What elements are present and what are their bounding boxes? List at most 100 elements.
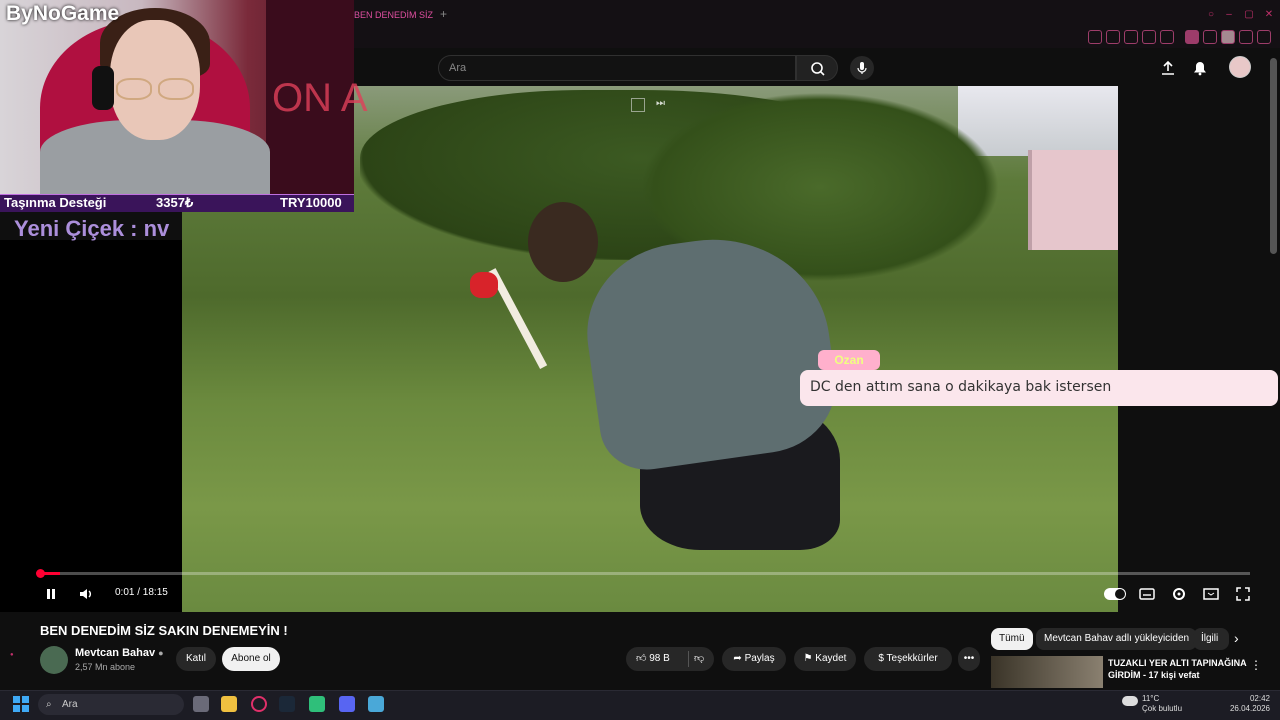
pause-icon[interactable] (41, 584, 61, 604)
close-icon[interactable]: ✕ (1262, 8, 1276, 22)
avatar[interactable] (1229, 56, 1251, 78)
download-icon[interactable] (1239, 30, 1253, 44)
puzzle-icon[interactable] (1203, 30, 1217, 44)
search-button[interactable] (796, 55, 838, 81)
weather-desc: Çok bulutlu (1142, 704, 1183, 713)
headphones-icon (92, 66, 114, 110)
chevron-right-icon[interactable]: › (1234, 630, 1239, 646)
windows-start-icon[interactable] (13, 696, 29, 712)
mic-button[interactable] (850, 56, 874, 80)
weather-widget[interactable]: 11°C Çok bulutlu (1120, 694, 1188, 714)
discord-icon[interactable] (339, 696, 355, 712)
recommendation-thumbnail[interactable] (991, 656, 1103, 688)
browser-tab[interactable]: BEN DENEDİM SİZ SAKIN (354, 4, 434, 26)
taskbar-clock[interactable]: 02:42 26.04.2026 (1226, 694, 1270, 714)
search-input[interactable]: Ara (438, 55, 796, 81)
progress-scrubber[interactable] (36, 569, 45, 578)
video-title: BEN DENEDİM SİZ SAKIN DENEMEYİN ! (40, 623, 288, 638)
glasses-right (158, 78, 194, 100)
windows-taskbar (0, 690, 1280, 720)
kebab-menu-icon[interactable]: ⋮ (1250, 658, 1262, 672)
channel-avatar[interactable] (40, 646, 68, 674)
shield-icon[interactable] (1124, 30, 1138, 44)
channel-name-text[interactable]: Mevtcan Bahav (75, 647, 155, 659)
taskbar-search[interactable]: ⌕ Ara (38, 694, 184, 715)
volume-icon[interactable] (76, 584, 96, 604)
like-divider (688, 651, 689, 667)
opera-icon[interactable] (251, 696, 267, 712)
left-black-strip (0, 240, 182, 612)
search-icon (811, 62, 825, 76)
verified-icon: ● (158, 648, 164, 658)
minimize-icon[interactable]: – (1222, 8, 1236, 22)
send-icon[interactable] (1142, 30, 1156, 44)
file-explorer-icon[interactable] (221, 696, 237, 712)
upload-icon[interactable] (1158, 58, 1178, 78)
thumbs-up-icon: 👍︎ (636, 653, 647, 664)
side-indicator: ● (10, 652, 14, 658)
chip-related[interactable]: İlgili (1193, 628, 1229, 650)
like-count: 98 B (649, 653, 670, 664)
background-text: ON A (272, 76, 368, 120)
video-person-head (528, 202, 598, 282)
channel-logo: ByNoGame (6, 2, 120, 25)
search-tabs-icon[interactable]: ○ (1204, 8, 1218, 22)
share-icon: ➦ (733, 653, 742, 664)
app-icon-2[interactable] (368, 696, 384, 712)
subscribe-button[interactable]: Abone ol (222, 647, 280, 671)
video-building (1028, 150, 1118, 250)
share-button[interactable]: ➦ Paylaş (722, 647, 786, 671)
video-axe-head (470, 272, 498, 298)
miniplayer-icon[interactable] (1201, 584, 1221, 604)
mic-icon (857, 62, 867, 74)
subtitles-icon[interactable] (1137, 584, 1157, 604)
thanks-button[interactable]: $ Teşekkürler (864, 647, 952, 671)
new-flower-alert: Yeni Çiçek : nv (14, 216, 170, 241)
maximize-icon[interactable]: ▢ (1242, 8, 1256, 22)
save-button[interactable]: ⚑ Kaydet (794, 647, 856, 671)
fullscreen-icon[interactable] (1233, 584, 1253, 604)
thanks-label: Teşekkürler (886, 653, 938, 664)
join-button[interactable]: Katıl (176, 647, 216, 671)
progress-bar[interactable] (40, 572, 1250, 575)
bell-icon[interactable] (1190, 58, 1210, 78)
extension-icon[interactable] (1185, 30, 1199, 44)
chip-uploader[interactable]: Mevtcan Bahav adlı yükleyiciden (1036, 628, 1198, 650)
save-label: Kaydet (815, 653, 847, 664)
cloud-icon (1122, 696, 1138, 706)
chat-username: Ozan (818, 350, 880, 370)
pin-icon[interactable] (1088, 30, 1102, 44)
thanks-icon: $ (878, 653, 884, 664)
app-icon[interactable] (309, 696, 325, 712)
profile-icon[interactable] (1221, 30, 1235, 44)
like-button[interactable]: 👍︎ 98 B 👎︎ (626, 647, 714, 671)
new-tab-button[interactable]: + (440, 6, 454, 22)
menu-icon[interactable] (1257, 30, 1271, 44)
more-actions-button[interactable]: ••• (958, 647, 980, 671)
thumbs-down-icon[interactable]: 👎︎ (694, 647, 704, 671)
bookmark-icon: ⚑ (803, 653, 813, 664)
steam-icon[interactable] (279, 696, 295, 712)
clock-date: 26.04.2026 (1229, 704, 1270, 713)
donation-goal: TRY10000 (280, 195, 342, 210)
share-label: Paylaş (744, 653, 775, 664)
glasses-left (116, 78, 152, 100)
task-view-icon[interactable] (193, 696, 209, 712)
channel-name[interactable]: Mevtcan Bahav ● (75, 647, 164, 659)
cast-icon[interactable] (631, 98, 645, 112)
page-scrollbar[interactable] (1270, 58, 1277, 254)
heart-icon[interactable] (1160, 30, 1174, 44)
chip-all[interactable]: Tümü (991, 628, 1033, 650)
taskbar-search-label: Ara (62, 699, 78, 710)
skip-icon[interactable]: ⏭ (656, 98, 670, 112)
recommendation-title[interactable]: TUZAKLI YER ALTI TAPINAĞINA GİRDİM - 17 … (1108, 657, 1248, 681)
chat-message: DC den attım sana o dakikaya bak isterse… (800, 370, 1278, 406)
donation-label: Taşınma Desteği (4, 195, 107, 210)
weather-temp: 11°C (1142, 694, 1160, 703)
subscriber-count: 2,57 Mn abone (75, 662, 136, 672)
donation-current: 3357₺ (156, 195, 194, 210)
settings-icon[interactable] (1169, 584, 1189, 604)
clock-time: 02:42 (1249, 694, 1270, 703)
autoplay-toggle[interactable] (1104, 588, 1126, 600)
bookmark-icon[interactable] (1106, 30, 1120, 44)
